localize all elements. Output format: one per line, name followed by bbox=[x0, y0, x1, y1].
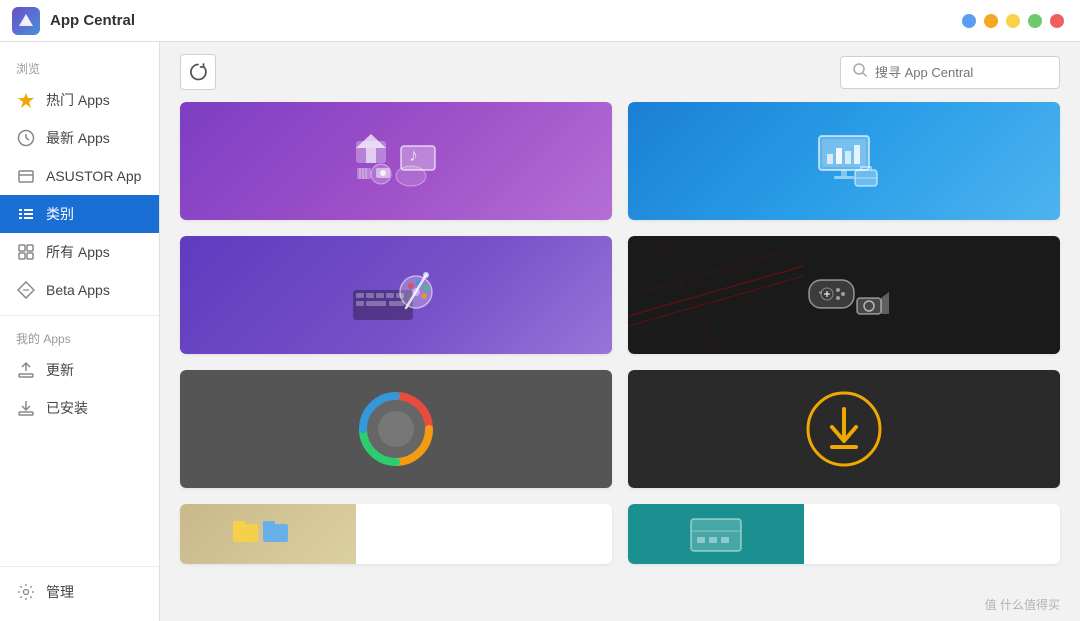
wc-blue[interactable] bbox=[962, 14, 976, 28]
thumb-home: ♪ bbox=[180, 102, 612, 220]
category-card-partial2[interactable] bbox=[628, 504, 1060, 564]
upload-icon bbox=[16, 360, 36, 380]
titlebar: App Central bbox=[0, 0, 1080, 42]
categories-label: 类别 bbox=[46, 204, 74, 224]
sidebar-item-new-apps[interactable]: 最新 Apps bbox=[0, 119, 159, 157]
wc-yellow[interactable] bbox=[1006, 14, 1020, 28]
category-card-creator[interactable]: 创作者应用程序 bbox=[180, 236, 612, 354]
category-card-home-personal[interactable]: ♪ 家庭／个人应用 bbox=[180, 102, 612, 220]
watermark: 值 什么值得买 bbox=[985, 596, 1060, 613]
box-icon bbox=[16, 166, 36, 186]
refresh-button[interactable] bbox=[180, 54, 216, 90]
window-controls bbox=[962, 14, 1064, 28]
browse-section-label: 浏览 bbox=[0, 52, 159, 81]
svg-text:♪: ♪ bbox=[409, 145, 418, 165]
sidebar-item-asustor-app[interactable]: ASUSTOR App bbox=[0, 157, 159, 195]
content-area: ♪ 家庭／个人应用 bbox=[160, 42, 1080, 621]
thumb-enterprise bbox=[628, 102, 1060, 220]
app-grid: ♪ 家庭／个人应用 bbox=[160, 102, 1080, 621]
update-label: 更新 bbox=[46, 360, 74, 380]
search-input[interactable] bbox=[875, 65, 1047, 80]
sidebar-item-hot-apps[interactable]: 热门 Apps bbox=[0, 81, 159, 119]
category-card-portal[interactable]: ASUSTOR Portal bbox=[180, 370, 612, 488]
main-layout: 浏览 热门 Apps 最新 Apps bbox=[0, 42, 1080, 621]
app-logo bbox=[12, 7, 40, 35]
category-card-partial1[interactable] bbox=[180, 504, 612, 564]
clock-icon bbox=[16, 128, 36, 148]
beta-apps-label: Beta Apps bbox=[46, 282, 110, 298]
star-icon bbox=[16, 90, 36, 110]
sidebar-item-update[interactable]: 更新 bbox=[0, 351, 159, 389]
wc-red[interactable] bbox=[1050, 14, 1064, 28]
list-icon bbox=[16, 204, 36, 224]
category-card-live[interactable]: 直播应用程序 bbox=[628, 236, 1060, 354]
grid-icon bbox=[16, 242, 36, 262]
search-icon bbox=[853, 63, 867, 82]
gear-icon bbox=[16, 582, 36, 602]
search-box bbox=[840, 56, 1060, 89]
thumb-creator bbox=[180, 236, 612, 354]
wc-orange[interactable] bbox=[984, 14, 998, 28]
beta-icon bbox=[16, 280, 36, 300]
category-card-enterprise[interactable]: 企业应用 bbox=[628, 102, 1060, 220]
thumb-partial1 bbox=[180, 504, 356, 564]
wc-green[interactable] bbox=[1028, 14, 1042, 28]
my-apps-section-label: 我的 Apps bbox=[0, 322, 159, 351]
hot-apps-label: 热门 Apps bbox=[46, 90, 110, 110]
thumb-partial2 bbox=[628, 504, 804, 564]
sidebar-item-beta-apps[interactable]: Beta Apps bbox=[0, 271, 159, 309]
all-apps-label: 所有 Apps bbox=[46, 242, 110, 262]
sidebar-divider bbox=[0, 315, 159, 316]
category-card-download[interactable]: 下载工具 bbox=[628, 370, 1060, 488]
sidebar-item-manage[interactable]: 管理 bbox=[0, 573, 159, 611]
manage-label: 管理 bbox=[46, 582, 74, 602]
installed-label: 已安装 bbox=[46, 398, 88, 418]
new-apps-label: 最新 Apps bbox=[46, 128, 110, 148]
sidebar-item-all-apps[interactable]: 所有 Apps bbox=[0, 233, 159, 271]
sidebar-item-categories[interactable]: 类别 bbox=[0, 195, 159, 233]
sidebar-item-installed[interactable]: 已安装 bbox=[0, 389, 159, 427]
asustor-app-label: ASUSTOR App bbox=[46, 168, 141, 184]
thumb-live bbox=[628, 236, 1060, 354]
app-title: App Central bbox=[50, 12, 135, 29]
thumb-portal bbox=[180, 370, 612, 488]
sidebar-divider-2 bbox=[0, 566, 159, 567]
sidebar: 浏览 热门 Apps 最新 Apps bbox=[0, 42, 160, 621]
download-icon bbox=[16, 398, 36, 418]
toolbar bbox=[160, 42, 1080, 102]
thumb-download bbox=[628, 370, 1060, 488]
